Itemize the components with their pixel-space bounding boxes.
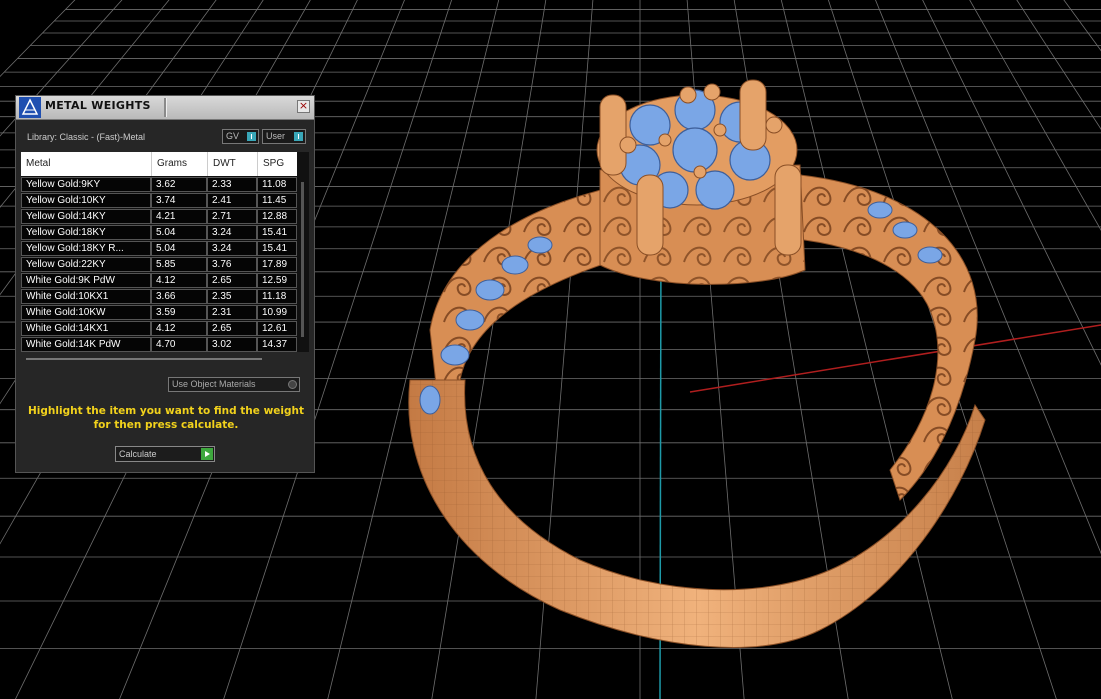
table-cell: 15.41 <box>262 227 288 238</box>
toggle-switch-icon <box>294 132 303 141</box>
gv-toggle-label: GV <box>226 131 240 141</box>
radio-icon <box>288 380 297 389</box>
instructions-text: Highlight the item you want to find the … <box>26 404 306 432</box>
table-row[interactable]: White Gold:10KW 3.59 2.31 10.99 <box>21 305 297 321</box>
metal-weights-panel[interactable]: METAL WEIGHTS × Library: Classic - (Fast… <box>15 95 315 473</box>
table-cell: White Gold:10KW <box>26 307 106 318</box>
table-cell: White Gold:10KX1 <box>26 291 109 302</box>
ring-model[interactable] <box>408 79 986 648</box>
table-cell: 3.59 <box>156 307 176 318</box>
table-cell: 2.41 <box>212 195 232 206</box>
vertical-scrollbar[interactable] <box>301 182 304 337</box>
horizontal-scrollbar[interactable] <box>26 358 262 360</box>
table-row[interactable]: Yellow Gold:18KY 5.04 3.24 15.41 <box>21 225 297 241</box>
table-row[interactable]: Yellow Gold:9KY 3.62 2.33 11.08 <box>21 177 297 193</box>
table-cell: 2.65 <box>212 275 232 286</box>
column-header-spg[interactable]: SPG <box>257 152 297 176</box>
table-cell: 2.71 <box>212 211 232 222</box>
column-header-dwt[interactable]: DWT <box>207 152 257 176</box>
table-cell: 2.65 <box>212 323 232 334</box>
table-row[interactable]: Yellow Gold:10KY 3.74 2.41 11.45 <box>21 193 297 209</box>
table-cell: 15.41 <box>262 243 288 254</box>
table-cell: Yellow Gold:14KY <box>26 211 106 222</box>
table-cell: White Gold:9K PdW <box>26 275 115 286</box>
table-cell: 4.21 <box>156 211 176 222</box>
table-cell: Yellow Gold:18KY R... <box>26 243 124 254</box>
table-cell: 2.35 <box>212 291 232 302</box>
instructions-line-1: Highlight the item you want to find the … <box>28 405 304 417</box>
table-cell: 3.24 <box>212 227 232 238</box>
title-divider <box>164 98 167 117</box>
instructions-line-2: for then press calculate. <box>93 419 239 431</box>
table-cell: 12.59 <box>262 275 288 286</box>
user-toggle[interactable]: User <box>262 129 306 144</box>
table-cell: 3.02 <box>212 339 232 350</box>
table-cell: White Gold:14K PdW <box>26 339 121 350</box>
table-cell: 3.24 <box>212 243 232 254</box>
table-row[interactable]: Yellow Gold:18KY R... 5.04 3.24 15.41 <box>21 241 297 257</box>
app-logo-icon <box>19 97 41 118</box>
close-button[interactable]: × <box>297 100 310 113</box>
gv-toggle[interactable]: GV <box>222 129 259 144</box>
table-cell: 14.37 <box>262 339 288 350</box>
table-cell: 12.88 <box>262 211 288 222</box>
table-cell: 2.31 <box>212 307 232 318</box>
table-cell: 3.76 <box>212 259 232 270</box>
table-row[interactable]: Yellow Gold:22KY 5.85 3.76 17.89 <box>21 257 297 273</box>
table-cell: 12.61 <box>262 323 288 334</box>
library-label: Library: Classic - (Fast)-Metal <box>27 132 146 142</box>
column-header-grams[interactable]: Grams <box>151 152 207 176</box>
table-cell: 3.74 <box>156 195 176 206</box>
table-row[interactable]: White Gold:14KX1 4.12 2.65 12.61 <box>21 321 297 337</box>
table-cell: 3.62 <box>156 179 176 190</box>
table-body: Yellow Gold:9KY 3.62 2.33 11.08 Yellow Gold:… <box>21 177 297 352</box>
toggle-switch-icon <box>247 132 256 141</box>
table-header: Metal Grams DWT SPG <box>21 152 297 176</box>
table-row[interactable]: White Gold:14K PdW 4.70 3.02 14.37 <box>21 337 297 352</box>
table-cell: 5.04 <box>156 227 176 238</box>
table-cell: Yellow Gold:18KY <box>26 227 106 238</box>
table-cell: 11.08 <box>262 179 287 190</box>
close-icon: × <box>298 99 309 112</box>
table-cell: 4.12 <box>156 275 176 286</box>
column-header-metal[interactable]: Metal <box>21 152 151 176</box>
use-object-materials-label: Use Object Materials <box>172 379 256 389</box>
table-cell: Yellow Gold:9KY <box>26 179 101 190</box>
table-cell: Yellow Gold:22KY <box>26 259 106 270</box>
table-cell: 4.12 <box>156 323 176 334</box>
table-cell: 11.45 <box>262 195 287 206</box>
table-row[interactable]: Yellow Gold:14KY 4.21 2.71 12.88 <box>21 209 297 225</box>
calculate-button[interactable]: Calculate <box>115 446 215 462</box>
metal-weights-table[interactable]: Metal Grams DWT SPG Yellow Gold:9KY 3.62 2… <box>21 152 309 352</box>
table-cell: 10.99 <box>262 307 288 318</box>
table-cell: 4.70 <box>156 339 176 350</box>
use-object-materials-option[interactable]: Use Object Materials <box>168 377 300 392</box>
user-toggle-label: User <box>266 131 286 141</box>
table-cell: White Gold:14KX1 <box>26 323 109 334</box>
play-icon <box>201 448 213 460</box>
panel-title: METAL WEIGHTS <box>45 99 151 112</box>
table-cell: 5.04 <box>156 243 176 254</box>
table-cell: Yellow Gold:10KY <box>26 195 106 206</box>
table-cell: 2.33 <box>212 179 232 190</box>
calculate-label: Calculate <box>119 449 157 459</box>
table-cell: 11.18 <box>262 291 287 302</box>
table-cell: 3.66 <box>156 291 176 302</box>
panel-titlebar[interactable]: METAL WEIGHTS × <box>16 96 314 120</box>
table-row[interactable]: White Gold:10KX1 3.66 2.35 11.18 <box>21 289 297 305</box>
table-cell: 17.89 <box>262 259 288 270</box>
table-row[interactable]: White Gold:9K PdW 4.12 2.65 12.59 <box>21 273 297 289</box>
table-cell: 5.85 <box>156 259 176 270</box>
